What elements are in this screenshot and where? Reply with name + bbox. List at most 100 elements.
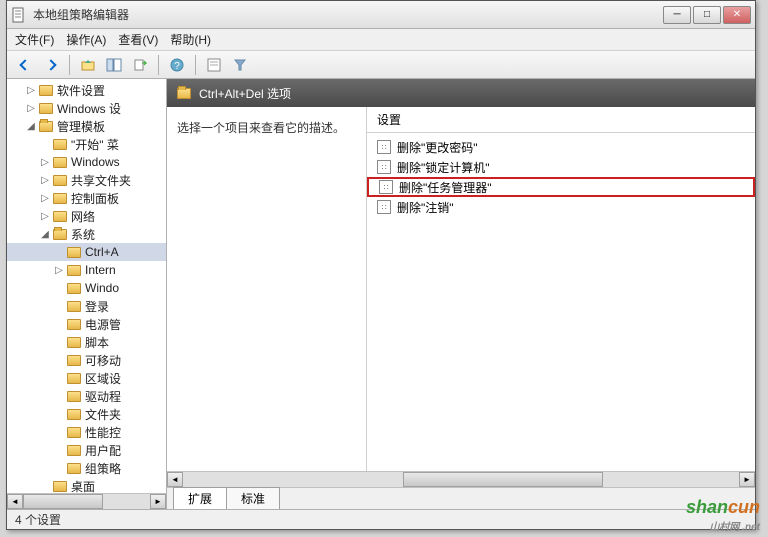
tree-item-label: 管理模板 <box>57 118 105 135</box>
show-hide-tree-button[interactable] <box>102 54 126 76</box>
tree-item[interactable]: 区域设 <box>7 369 166 387</box>
tree-item[interactable]: Windo <box>7 279 166 297</box>
close-button[interactable]: ✕ <box>723 6 751 24</box>
scroll-track[interactable] <box>183 472 739 487</box>
arrow-right-icon <box>45 59 56 70</box>
minimize-button[interactable]: ─ <box>663 6 691 24</box>
menu-file[interactable]: 文件(F) <box>15 31 54 48</box>
tree-item[interactable]: ▷网络 <box>7 207 166 225</box>
tree-twisty-icon[interactable]: ▷ <box>25 103 37 114</box>
main-pane: Ctrl+Alt+Del 选项 选择一个项目来查看它的描述。 设置 ∷删除"更改… <box>167 79 755 509</box>
menubar: 文件(F) 操作(A) 查看(V) 帮助(H) <box>7 29 755 51</box>
filter-icon <box>232 57 248 73</box>
forward-button[interactable] <box>39 54 63 76</box>
folder-icon <box>39 121 53 132</box>
scroll-thumb[interactable] <box>23 494 103 509</box>
arrow-left-icon <box>19 59 30 70</box>
tree-item[interactable]: 组策略 <box>7 459 166 477</box>
toolbar: ? <box>7 51 755 79</box>
statusbar: 4 个设置 <box>7 509 755 529</box>
scroll-left-button[interactable]: ◄ <box>7 494 23 509</box>
help-icon: ? <box>169 57 185 73</box>
tree-item[interactable]: 文件夹 <box>7 405 166 423</box>
tree-item[interactable]: ◢系统 <box>7 225 166 243</box>
tree-item[interactable]: 电源管 <box>7 315 166 333</box>
tree-item[interactable]: 性能控 <box>7 423 166 441</box>
tree-item[interactable]: ▷ 控制面板 <box>7 189 166 207</box>
tree-twisty-icon[interactable]: ▷ <box>39 157 51 168</box>
tree-item[interactable]: 可移动 <box>7 351 166 369</box>
scroll-track[interactable] <box>23 494 150 509</box>
settings-column-header[interactable]: 设置 <box>367 107 755 133</box>
tree-item-label: 区域设 <box>85 370 121 387</box>
tree-item[interactable]: 驱动程 <box>7 387 166 405</box>
app-icon <box>11 7 27 23</box>
folder-icon <box>67 355 81 366</box>
policy-icon: ∷ <box>377 200 391 214</box>
back-button[interactable] <box>13 54 37 76</box>
folder-icon <box>53 211 67 222</box>
tree-item-label: 软件设置 <box>57 82 105 99</box>
help-button[interactable]: ? <box>165 54 189 76</box>
tree-item-label: 组策略 <box>85 460 121 477</box>
tree-item-label: Ctrl+A <box>85 245 119 259</box>
tree-item-label: Windo <box>85 281 119 295</box>
folder-icon <box>67 319 81 330</box>
tree-item[interactable]: ▷ Windows <box>7 153 166 171</box>
tree-item[interactable]: 登录 <box>7 297 166 315</box>
separator <box>69 55 70 75</box>
tree-item[interactable]: Ctrl+A <box>7 243 166 261</box>
tree-item-label: 控制面板 <box>71 190 119 207</box>
tree-item-label: 性能控 <box>85 424 121 441</box>
tree-item-label: Windows <box>71 155 120 169</box>
export-button[interactable] <box>128 54 152 76</box>
tree-item[interactable]: 用户配 <box>7 441 166 459</box>
tree-hscrollbar[interactable]: ◄ ► <box>7 493 166 509</box>
tree-twisty-icon[interactable]: ◢ <box>25 121 37 132</box>
scroll-right-button[interactable]: ► <box>150 494 166 509</box>
tree-twisty-icon[interactable]: ▷ <box>25 85 37 96</box>
tree-twisty-icon[interactable]: ▷ <box>39 175 51 186</box>
tree-item[interactable]: "开始" 菜 <box>7 135 166 153</box>
scroll-left-button[interactable]: ◄ <box>167 472 183 487</box>
tab-extended[interactable]: 扩展 <box>173 487 227 509</box>
folder-icon <box>67 337 81 348</box>
main-hscrollbar[interactable]: ◄ ► <box>167 471 755 487</box>
titlebar[interactable]: 本地组策略编辑器 ─ □ ✕ <box>7 1 755 29</box>
setting-item[interactable]: ∷删除"更改密码" <box>367 137 755 157</box>
filter-button[interactable] <box>228 54 252 76</box>
tree-item[interactable]: ◢ 管理模板 <box>7 117 166 135</box>
folder-icon <box>53 175 67 186</box>
tree-icon <box>106 57 122 73</box>
tree-item[interactable]: ▷共享文件夹 <box>7 171 166 189</box>
policy-icon: ∷ <box>377 160 391 174</box>
properties-button[interactable] <box>202 54 226 76</box>
tree-twisty-icon[interactable]: ▷ <box>53 265 65 276</box>
properties-icon <box>206 57 222 73</box>
tree-item[interactable]: 脚本 <box>7 333 166 351</box>
tree-item[interactable]: ▷ 软件设置 <box>7 81 166 99</box>
scroll-right-button[interactable]: ► <box>739 472 755 487</box>
tree-item-label: Windows 设 <box>57 100 121 117</box>
tree-twisty-icon[interactable]: ◢ <box>39 229 51 240</box>
tree-view[interactable]: ▷ 软件设置 ▷ Windows 设 ◢ 管理模板"开始" 菜 ▷ Windows ▷共享文件夹… <box>7 79 166 497</box>
setting-item[interactable]: ∷删除"注销" <box>367 197 755 217</box>
scroll-thumb[interactable] <box>403 472 603 487</box>
tree-item[interactable]: ▷Intern <box>7 261 166 279</box>
tree-twisty-icon[interactable]: ▷ <box>39 211 51 222</box>
folder-icon <box>67 301 81 312</box>
menu-view[interactable]: 查看(V) <box>118 31 158 48</box>
main-header-title: Ctrl+Alt+Del 选项 <box>199 85 291 102</box>
tree-item-label: "开始" 菜 <box>71 136 119 153</box>
setting-item[interactable]: ∷删除"任务管理器" <box>367 177 755 197</box>
description-prompt: 选择一个项目来查看它的描述。 <box>177 121 345 135</box>
menu-help[interactable]: 帮助(H) <box>170 31 211 48</box>
tab-standard[interactable]: 标准 <box>226 487 280 509</box>
tree-item-label: 桌面 <box>71 478 95 495</box>
tree-twisty-icon[interactable]: ▷ <box>39 193 51 204</box>
tree-item[interactable]: ▷ Windows 设 <box>7 99 166 117</box>
menu-action[interactable]: 操作(A) <box>66 31 106 48</box>
setting-item[interactable]: ∷删除"锁定计算机" <box>367 157 755 177</box>
up-button[interactable] <box>76 54 100 76</box>
maximize-button[interactable]: □ <box>693 6 721 24</box>
